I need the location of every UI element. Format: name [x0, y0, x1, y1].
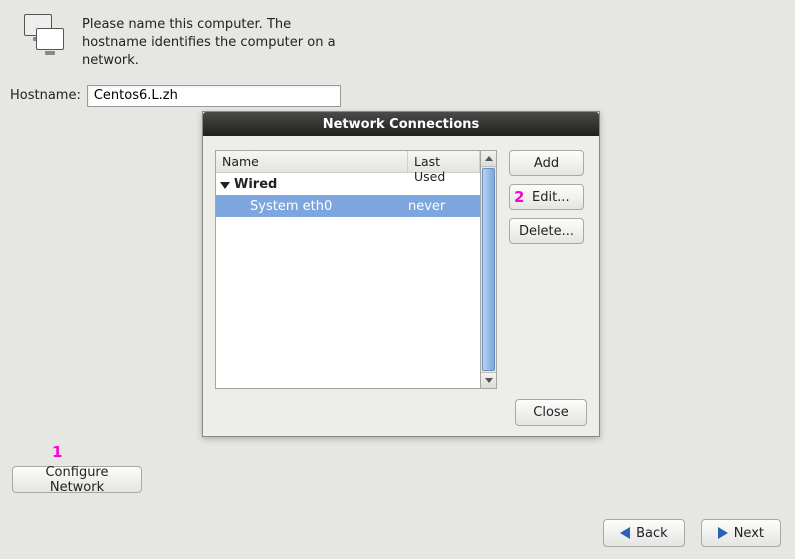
close-button[interactable]: Close	[515, 399, 587, 426]
dialog-body: Name Last Used Wired System eth0 never	[203, 136, 599, 436]
arrow-left-icon	[620, 527, 630, 539]
vertical-scrollbar[interactable]	[481, 150, 497, 389]
scroll-up-button[interactable]	[481, 151, 496, 167]
hostname-label: Hostname:	[10, 88, 81, 103]
header-description: Please name this computer. The hostname …	[82, 14, 342, 71]
footer-nav: Back Next	[603, 519, 781, 547]
connection-item-system-eth0[interactable]: System eth0 never	[216, 195, 480, 217]
tree-rows: Wired System eth0 never	[216, 173, 480, 388]
connection-last-used: never	[408, 199, 480, 214]
group-label: Wired	[234, 177, 277, 192]
dialog-main: Name Last Used Wired System eth0 never	[215, 150, 587, 389]
add-label: Add	[534, 156, 559, 171]
connection-list-pane: Name Last Used Wired System eth0 never	[215, 150, 497, 389]
dialog-title: Network Connections	[323, 117, 480, 132]
edit-label: Edit...	[532, 190, 570, 205]
configure-network-button[interactable]: Configure Network	[12, 466, 142, 493]
computer-network-icon	[18, 14, 66, 62]
arrow-right-icon	[718, 527, 728, 539]
close-label: Close	[533, 405, 568, 420]
delete-button[interactable]: Delete...	[509, 218, 584, 244]
delete-label: Delete...	[519, 224, 574, 239]
hostname-row: Hostname:	[0, 81, 795, 111]
column-last-used[interactable]: Last Used	[408, 151, 480, 172]
scrollbar-thumb[interactable]	[482, 168, 495, 371]
expander-icon[interactable]	[220, 182, 230, 189]
column-name[interactable]: Name	[216, 151, 408, 172]
annotation-1: 1	[52, 443, 62, 461]
page-header: Please name this computer. The hostname …	[0, 0, 795, 81]
dialog-titlebar[interactable]: Network Connections	[203, 112, 599, 136]
tree-group-wired[interactable]: Wired	[216, 173, 480, 195]
edit-button[interactable]: Edit...	[509, 184, 584, 210]
connection-tree[interactable]: Name Last Used Wired System eth0 never	[215, 150, 481, 389]
dialog-footer: Close	[215, 389, 587, 426]
add-button[interactable]: Add	[509, 150, 584, 176]
tree-header: Name Last Used	[216, 151, 480, 173]
back-button[interactable]: Back	[603, 519, 685, 547]
chevron-down-icon	[485, 378, 493, 383]
configure-network-label: Configure Network	[27, 465, 127, 495]
hostname-input[interactable]	[87, 85, 341, 107]
next-label: Next	[734, 526, 764, 541]
chevron-up-icon	[485, 156, 493, 161]
network-connections-dialog: Network Connections Name Last Used Wired	[202, 111, 600, 437]
dialog-side-buttons: Add 2 Edit... Delete...	[509, 150, 587, 389]
next-button[interactable]: Next	[701, 519, 781, 547]
connection-name: System eth0	[216, 199, 408, 214]
scroll-down-button[interactable]	[481, 372, 496, 388]
back-label: Back	[636, 526, 668, 541]
